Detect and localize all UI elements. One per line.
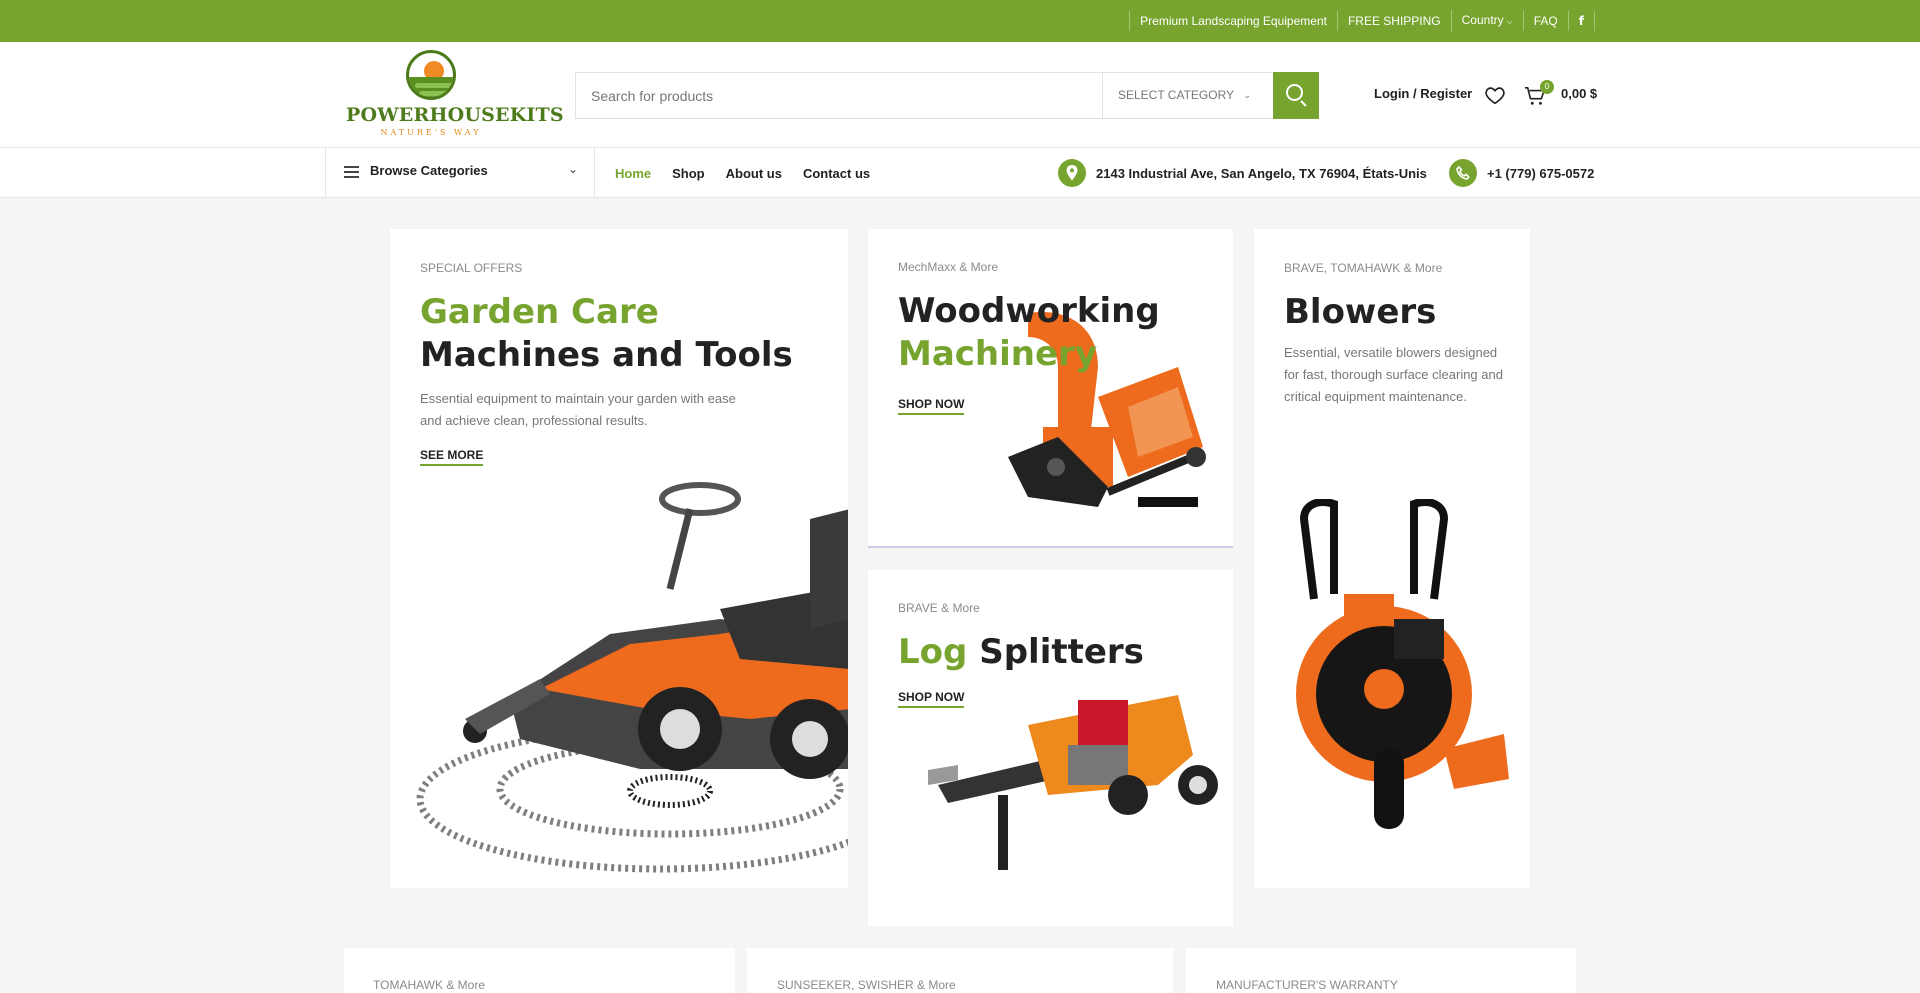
log-splitter-image <box>928 685 1228 885</box>
card-description: Essential equipment to maintain your gar… <box>420 391 736 428</box>
card-eyebrow: MechMaxx & More <box>898 260 999 274</box>
phone-text[interactable]: +1 (779) 675-0572 <box>1487 166 1594 181</box>
card-description: Essential, versatile blowers designed fo… <box>1284 345 1503 404</box>
location-pin-icon <box>1058 159 1086 187</box>
country-label: Country <box>1461 13 1504 27</box>
top-links: Premium Landscaping Equipement FREE SHIP… <box>1129 0 1595 42</box>
card-eyebrow: BRAVE, TOMAHAWK & More <box>1284 261 1443 275</box>
card-title-line-2: Machines and Tools <box>420 334 793 375</box>
login-register-link[interactable]: Login / Register <box>1374 84 1472 104</box>
promo-card-bottom-2[interactable]: SUNSEEKER, SWISHER & More <box>747 948 1173 993</box>
browse-categories-label: Browse Categories <box>370 163 488 178</box>
address-text: 2143 Industrial Ave, San Angelo, TX 7690… <box>1096 165 1427 181</box>
card-title: Garden Care Machines and Tools <box>420 291 793 376</box>
card-eyebrow: BRAVE & More <box>898 601 980 615</box>
card-eyebrow: SPECIAL OFFERS <box>420 261 523 275</box>
top-link-premium[interactable]: Premium Landscaping Equipement <box>1129 11 1337 31</box>
card-title-word-green: Log <box>898 632 968 672</box>
card-title: Woodworking Machinery <box>898 290 1160 375</box>
address-info: 2143 Industrial Ave, San Angelo, TX 7690… <box>1058 158 1427 188</box>
promo-card-garden-care[interactable]: SPECIAL OFFERS Garden Care Machines and … <box>390 229 848 888</box>
card-title-word-dark: Splitters <box>979 632 1144 672</box>
see-more-link[interactable]: SEE MORE <box>420 448 484 466</box>
search-form: SELECT CATEGORY ⌄ <box>575 72 1319 119</box>
promo-card-blowers[interactable]: BRAVE, TOMAHAWK & More Blowers Essential… <box>1254 229 1530 888</box>
top-link-country[interactable]: Country ⌵ <box>1450 10 1523 32</box>
promo-card-bottom-3[interactable]: MANUFACTURER'S WARRANTY <box>1186 948 1576 993</box>
card-title-line-2: Machinery <box>898 333 1097 374</box>
site-logo[interactable]: POWERHOUSEKITS NATURE'S WAY <box>346 50 564 140</box>
menu-icon <box>344 166 359 178</box>
promo-card-log-splitters[interactable]: BRAVE & More Log Splitters SHOP NOW <box>868 570 1233 926</box>
chevron-down-icon: ⌄ <box>1243 90 1251 100</box>
top-link-faq[interactable]: FAQ <box>1522 11 1568 31</box>
search-button[interactable] <box>1273 72 1319 119</box>
top-bar: Premium Landscaping Equipement FREE SHIP… <box>0 0 1920 42</box>
facebook-icon[interactable]: f <box>1567 11 1595 31</box>
phone-icon <box>1449 159 1477 187</box>
menu-item-about[interactable]: About us <box>726 166 782 181</box>
shop-now-link[interactable]: SHOP NOW <box>898 397 965 415</box>
blower-image <box>1274 499 1514 839</box>
header: POWERHOUSEKITS NATURE'S WAY SELECT CATEG… <box>0 42 1920 148</box>
cart-total[interactable]: 0,00 $ <box>1561 84 1597 104</box>
card-title: Log Splitters <box>898 631 1144 674</box>
card-title-line-1: Garden Care <box>420 292 659 332</box>
wishlist-icon[interactable] <box>1484 84 1506 106</box>
logo-tagline: NATURE'S WAY <box>380 128 482 137</box>
category-select[interactable]: SELECT CATEGORY ⌄ <box>1102 73 1265 118</box>
card-eyebrow: SUNSEEKER, SWISHER & More <box>777 978 956 992</box>
logo-brand: POWERHOUSEKITS <box>346 104 564 126</box>
chevron-down-icon: ⌄ <box>567 162 578 176</box>
menu-item-shop[interactable]: Shop <box>672 166 705 181</box>
promo-card-bottom-1[interactable]: TOMAHAWK & More <box>344 948 735 993</box>
logo-icon <box>406 50 456 100</box>
search-input[interactable] <box>576 73 1101 118</box>
phone-info: +1 (779) 675-0572 <box>1449 158 1594 188</box>
card-eyebrow: MANUFACTURER'S WARRANTY <box>1216 978 1398 992</box>
main-nav: Browse Categories ⌄ Home Shop About us C… <box>0 148 1920 198</box>
promo-card-woodworking[interactable]: MechMaxx & More Woodworking Machinery SH… <box>868 229 1233 548</box>
category-select-label: SELECT CATEGORY <box>1118 88 1235 102</box>
browse-categories[interactable]: Browse Categories ⌄ <box>325 148 595 198</box>
card-title-line-1: Woodworking <box>898 291 1160 331</box>
menu-item-home[interactable]: Home <box>615 166 651 181</box>
chevron-down-icon: ⌵ <box>1506 17 1513 26</box>
card-eyebrow: TOMAHAWK & More <box>373 978 486 992</box>
cart-count-badge: 0 <box>1540 80 1554 94</box>
riding-mower-image <box>390 469 848 888</box>
menu: Home Shop About us Contact us <box>615 148 891 198</box>
menu-item-contact[interactable]: Contact us <box>803 166 870 181</box>
top-link-free-shipping[interactable]: FREE SHIPPING <box>1336 11 1451 31</box>
card-title: Blowers <box>1284 292 1437 332</box>
